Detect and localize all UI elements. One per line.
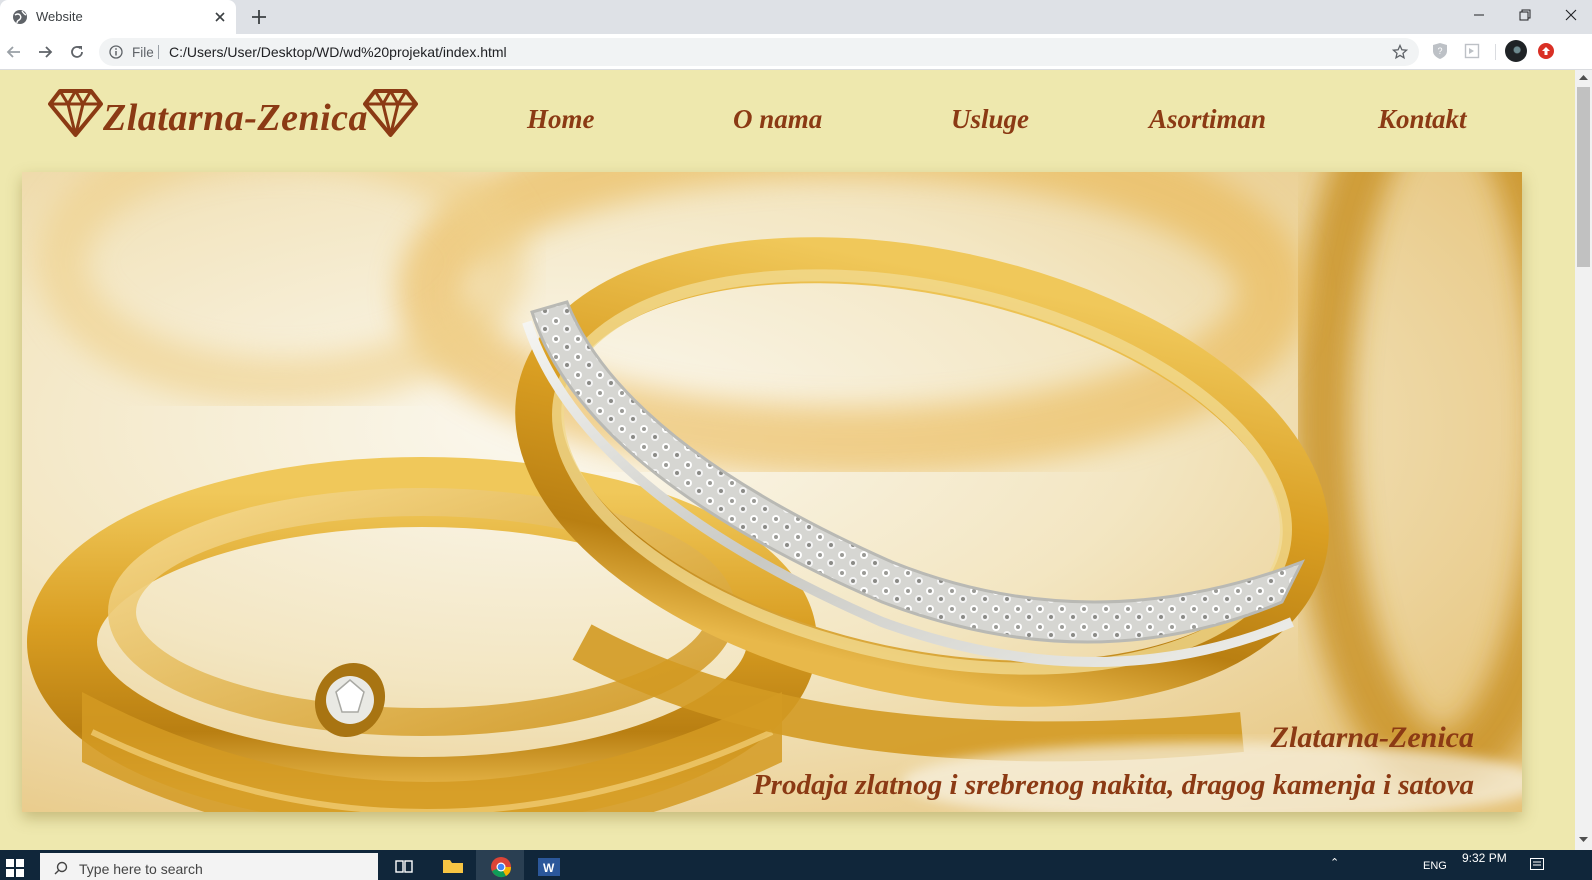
nav-link-o-nama[interactable]: O nama: [733, 104, 822, 135]
site-logo[interactable]: Zlatarna-Zenica: [48, 88, 423, 148]
file-explorer-button[interactable]: [428, 850, 476, 880]
extension-shield-icon[interactable]: ?: [1432, 42, 1448, 60]
address-divider: [158, 45, 159, 59]
windows-start-icon[interactable]: [6, 859, 24, 877]
nav-link-asortiman[interactable]: Asortiman: [1149, 104, 1266, 135]
folder-icon: [443, 860, 463, 873]
search-icon: [54, 861, 68, 875]
extension-reader-icon[interactable]: [1464, 42, 1480, 60]
profile-avatar[interactable]: [1505, 40, 1527, 62]
scroll-thumb[interactable]: [1577, 87, 1590, 267]
forward-button[interactable]: [33, 40, 57, 64]
back-button[interactable]: [2, 40, 26, 64]
arrow-right-icon: [39, 46, 53, 58]
task-view-button[interactable]: [380, 850, 428, 880]
diamond-icon: [363, 89, 418, 137]
address-bar[interactable]: File C:/Users/User/Desktop/WD/wd%20proje…: [99, 38, 1419, 66]
scheme-label: File: [132, 45, 154, 60]
url-text[interactable]: C:/Users/User/Desktop/WD/wd%20projekat/i…: [169, 44, 507, 60]
taskbar-search[interactable]: Type here to search: [40, 853, 378, 880]
reload-icon: [71, 46, 83, 58]
vertical-scrollbar[interactable]: [1575, 70, 1592, 850]
svg-text:?: ?: [1438, 46, 1443, 56]
browser-toolbar: File C:/Users/User/Desktop/WD/wd%20proje…: [0, 34, 1592, 70]
word-icon: W: [538, 858, 560, 876]
scroll-down-icon[interactable]: [1579, 837, 1588, 843]
minimize-icon: [1474, 14, 1484, 16]
browser-tab[interactable]: Website: [0, 0, 236, 34]
search-placeholder: Type here to search: [79, 861, 203, 877]
system-clock[interactable]: 9:32 PM: [1462, 851, 1507, 865]
minimize-button[interactable]: [1456, 0, 1502, 30]
web-page: Zlatarna-Zenica Home O nama Usluge Asort…: [0, 70, 1575, 850]
chrome-icon: [491, 857, 512, 878]
restore-icon: [1519, 9, 1531, 21]
arrow-up-icon: [1542, 47, 1550, 55]
hero-title: Zlatarna-Zenica: [1270, 721, 1474, 754]
task-view-icon: [395, 860, 413, 873]
star-icon[interactable]: [1392, 44, 1408, 60]
wedding-rings-image: [22, 172, 1522, 812]
restore-button[interactable]: [1502, 0, 1548, 30]
windows-taskbar: Type here to search W ⌃ ENG 9:32 PM: [0, 850, 1592, 880]
close-icon: [1565, 9, 1577, 21]
svg-text:W: W: [543, 861, 555, 875]
chrome-taskbar-button[interactable]: [476, 850, 524, 880]
reload-button[interactable]: [65, 40, 89, 64]
globe-icon: [13, 10, 27, 24]
word-taskbar-button[interactable]: W: [524, 850, 572, 880]
scroll-up-icon[interactable]: [1579, 74, 1588, 80]
chevron-up-icon[interactable]: ⌃: [1330, 856, 1339, 869]
tab-title: Website: [36, 9, 83, 24]
nav-link-home[interactable]: Home: [527, 104, 595, 135]
arrow-left-icon: [6, 46, 20, 58]
new-tab-icon[interactable]: [248, 6, 270, 28]
language-indicator[interactable]: ENG: [1423, 860, 1447, 872]
diamond-icon: [48, 89, 103, 137]
hero-banner: Zlatarna-Zenica Prodaja zlatnog i srebre…: [22, 172, 1522, 812]
close-tab-icon[interactable]: [212, 9, 228, 25]
logo-text: Zlatarna-Zenica: [103, 97, 369, 139]
tab-strip: Website: [0, 0, 1592, 34]
info-icon[interactable]: [109, 45, 123, 59]
nav-link-kontakt[interactable]: Kontakt: [1378, 104, 1467, 135]
update-button[interactable]: [1538, 43, 1554, 59]
toolbar-divider: [1495, 44, 1496, 60]
close-window-button[interactable]: [1548, 0, 1592, 30]
notification-icon[interactable]: [1530, 858, 1544, 870]
hero-subtitle: Prodaja zlatnog i srebrenog nakita, drag…: [752, 769, 1474, 801]
nav-link-usluge[interactable]: Usluge: [951, 104, 1029, 135]
